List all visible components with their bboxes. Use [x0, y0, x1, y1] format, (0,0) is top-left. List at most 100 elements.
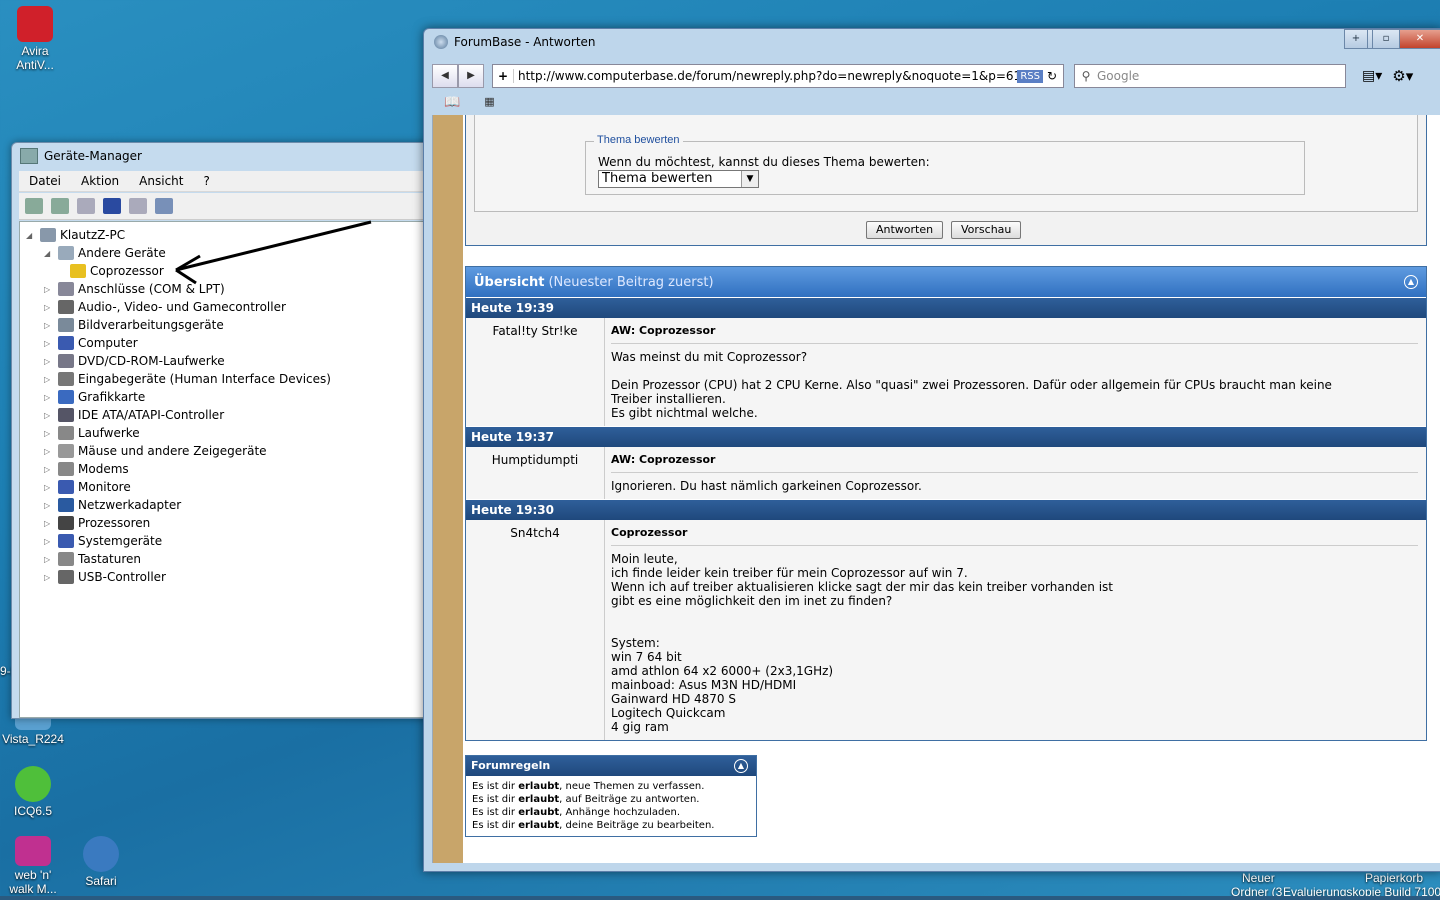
device-category-icon	[58, 462, 74, 476]
bookmarks-book-icon[interactable]: 📖	[444, 95, 460, 110]
tree-item[interactable]: ▷ Audio-, Video- und Gamecontroller	[44, 298, 286, 316]
collapse-icon[interactable]: ◢	[44, 249, 54, 258]
close-icon[interactable]: ✕	[1399, 29, 1440, 49]
menu-help[interactable]: ?	[193, 174, 219, 188]
expand-icon[interactable]: ▷	[44, 339, 54, 348]
expand-icon[interactable]: ▷	[44, 573, 54, 582]
device-category-icon	[58, 354, 74, 368]
properties-icon[interactable]	[129, 198, 147, 214]
tree-item-label: Coprozessor	[90, 264, 164, 278]
top-sites-grid-icon[interactable]: ▦	[484, 95, 494, 110]
tree-item[interactable]: ▷ Monitore	[44, 478, 131, 496]
url-text[interactable]: http://www.computerbase.de/forum/newrepl…	[514, 69, 1017, 83]
expand-icon[interactable]: ▷	[44, 483, 54, 492]
tree-item[interactable]: ▷ Prozessoren	[44, 514, 150, 532]
desktop-icon-icq[interactable]: ICQ6.5	[0, 766, 68, 818]
device-manager-titlebar[interactable]: Geräte-Manager	[12, 143, 442, 169]
menu-aktion[interactable]: Aktion	[71, 174, 129, 188]
expand-icon[interactable]: ▷	[44, 303, 54, 312]
tree-item[interactable]: ▷ Anschlüsse (COM & LPT)	[44, 280, 225, 298]
post-title: Coprozessor	[611, 526, 1418, 546]
reply-button[interactable]: Antworten	[866, 221, 944, 239]
post-author[interactable]: Fatal!ty Str!ke	[466, 318, 605, 426]
expand-icon[interactable]: ▷	[44, 555, 54, 564]
chevron-down-icon[interactable]: ▼	[741, 171, 758, 187]
page-viewport: Thema bewerten Wenn du möchtest, kannst …	[432, 115, 1440, 863]
post-line: ich finde leider kein treiber für mein C…	[611, 566, 968, 580]
show-hide-icon[interactable]	[77, 198, 95, 214]
help-icon[interactable]	[103, 198, 121, 214]
collapse-icon[interactable]: ◢	[26, 231, 36, 240]
expand-icon[interactable]: ▷	[44, 501, 54, 510]
desktop-icon-avira[interactable]: Avira AntiV...	[0, 6, 70, 72]
expand-icon[interactable]: ▷	[44, 519, 54, 528]
back-icon[interactable]	[25, 198, 43, 214]
post-author[interactable]: Sn4tch4	[466, 520, 605, 740]
expand-icon[interactable]: ▷	[44, 411, 54, 420]
scan-hardware-icon[interactable]	[155, 198, 173, 214]
preview-button[interactable]: Vorschau	[951, 221, 1022, 239]
post-author[interactable]: Humptidumpti	[466, 447, 605, 499]
address-bar[interactable]: + http://www.computerbase.de/forum/newre…	[492, 64, 1064, 88]
forward-button[interactable]: ▶	[458, 64, 484, 88]
expand-icon[interactable]: ▷	[44, 357, 54, 366]
expand-icon[interactable]: ▷	[44, 447, 54, 456]
tree-root[interactable]: ◢ KlautzZ-PC	[26, 226, 125, 244]
tree-item[interactable]: ▷ Computer	[44, 334, 138, 352]
expand-icon[interactable]: ▷	[44, 321, 54, 330]
tree-item[interactable]: ▷ Netzwerkadapter	[44, 496, 181, 514]
page-menu-icon[interactable]: ▤▾	[1362, 68, 1382, 84]
expand-icon[interactable]: ▷	[44, 465, 54, 474]
tree-item-andere-geraete[interactable]: ◢ Andere Geräte	[44, 244, 166, 262]
tree-item[interactable]: ▷ Tastaturen	[44, 550, 141, 568]
rule-suffix: , auf Beiträge zu antworten.	[559, 794, 700, 805]
overview-title: Übersicht	[474, 274, 545, 290]
rate-thread-legend: Thema bewerten	[594, 134, 683, 146]
browser-titlebar[interactable]: ForumBase - Antworten	[424, 29, 1440, 55]
tree-item[interactable]: ▷ Bildverarbeitungsgeräte	[44, 316, 224, 334]
desktop-icon-webnwalk[interactable]: web 'n' walk M...	[0, 836, 68, 896]
forward-icon[interactable]	[51, 198, 69, 214]
post-body: AW: Coprozessor Was meinst du mit Coproze…	[605, 318, 1426, 426]
menu-ansicht[interactable]: Ansicht	[129, 174, 193, 188]
menu-bar: Datei Aktion Ansicht ?	[19, 171, 442, 192]
device-category-icon	[58, 444, 74, 458]
add-bookmark-icon[interactable]: +	[493, 69, 514, 83]
search-icon[interactable]: ⚲	[1075, 69, 1097, 83]
expand-icon[interactable]: ▷	[44, 537, 54, 546]
rss-badge[interactable]: RSS	[1017, 69, 1043, 83]
tree-item[interactable]: ▷ Eingabegeräte (Human Interface Devices)	[44, 370, 331, 388]
collapse-icon[interactable]: ▲	[734, 759, 748, 773]
tree-item[interactable]: ▷ DVD/CD-ROM-Laufwerke	[44, 352, 225, 370]
tree-item[interactable]: ▷ Systemgeräte	[44, 532, 162, 550]
tree-item-coprozessor[interactable]: Coprozessor	[70, 262, 164, 280]
search-input[interactable]: ⚲ Google	[1074, 64, 1346, 88]
expand-icon[interactable]: ▷	[44, 375, 54, 384]
menu-datei[interactable]: Datei	[19, 174, 71, 188]
toolbar	[19, 193, 442, 220]
tree-item[interactable]: ▷ Modems	[44, 460, 129, 478]
new-tab-icon[interactable]: +	[1344, 29, 1368, 49]
tree-item[interactable]: ▷ USB-Controller	[44, 568, 166, 586]
desktop-icon-safari[interactable]: Safari	[66, 836, 136, 888]
expand-icon[interactable]: ▷	[44, 429, 54, 438]
tree-item[interactable]: ▷ Laufwerke	[44, 424, 140, 442]
desktop-label-neuer[interactable]: Neuer	[1242, 871, 1275, 885]
browser-title: ForumBase - Antworten	[454, 35, 596, 49]
maximize-icon[interactable]: ▫	[1372, 29, 1400, 49]
forum-rules-body: Es ist dir erlaubt, neue Themen zu verfa…	[466, 776, 756, 836]
safari-icon	[83, 836, 119, 872]
rule-bold: erlaubt	[518, 781, 560, 792]
tree-item[interactable]: ▷ Grafikkarte	[44, 388, 145, 406]
tree-item[interactable]: ▷ IDE ATA/ATAPI-Controller	[44, 406, 224, 424]
desktop-label-papierkorb[interactable]: Papierkorb	[1365, 871, 1423, 885]
rate-thread-select[interactable]: Thema bewerten ▼	[598, 170, 759, 188]
reload-icon[interactable]: ↻	[1047, 69, 1063, 83]
collapse-icon[interactable]: ▲	[1404, 275, 1418, 289]
back-button[interactable]: ◀	[432, 64, 458, 88]
tree-item[interactable]: ▷ Mäuse und andere Zeigegeräte	[44, 442, 267, 460]
expand-icon[interactable]: ▷	[44, 393, 54, 402]
expand-icon[interactable]: ▷	[44, 285, 54, 294]
tree-item-label: Bildverarbeitungsgeräte	[78, 318, 224, 332]
gear-icon[interactable]: ⚙▾	[1392, 67, 1413, 85]
